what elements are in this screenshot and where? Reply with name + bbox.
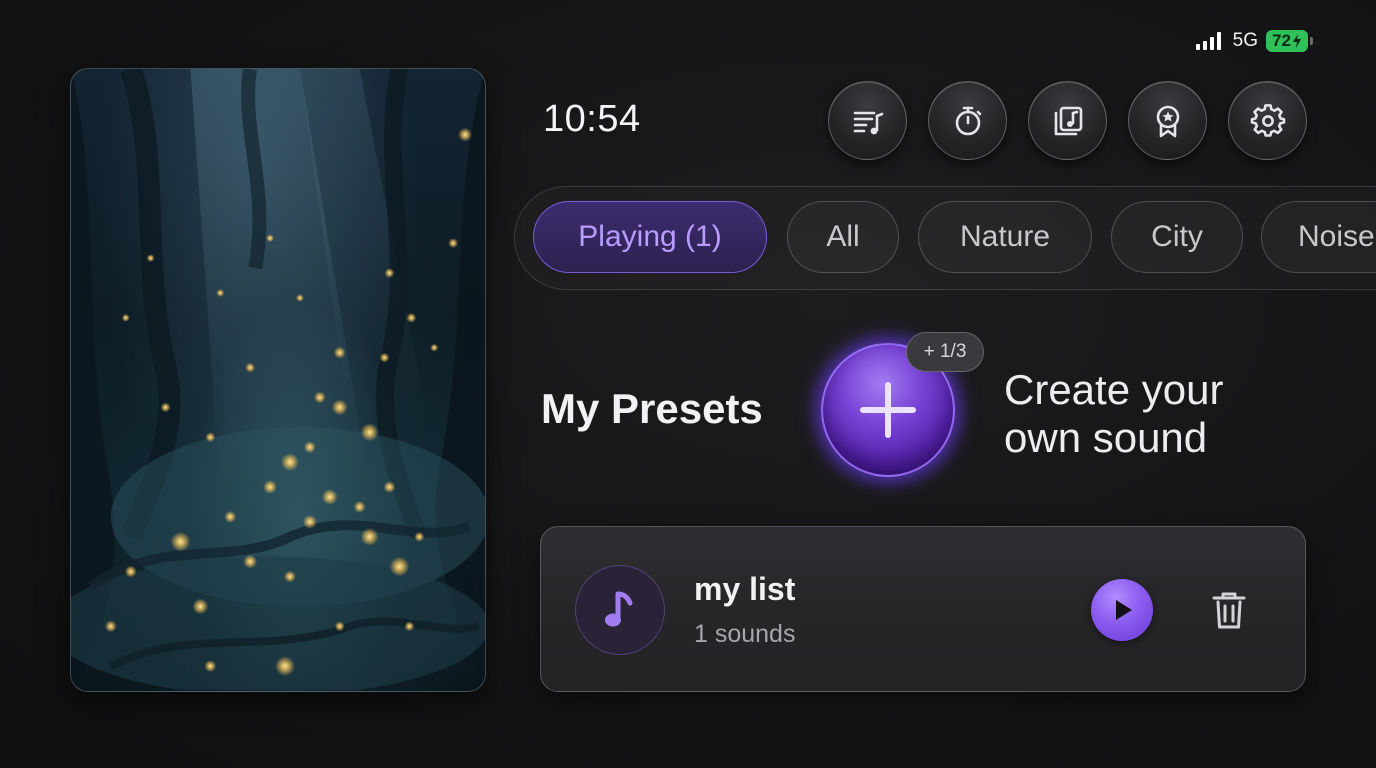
- status-bar: 5G 72: [1195, 28, 1313, 54]
- signal-bars-icon: [1195, 32, 1221, 50]
- create-sound-prompt[interactable]: Create your own sound: [1004, 366, 1304, 462]
- play-icon: [1116, 600, 1132, 620]
- tab-all[interactable]: All: [787, 201, 899, 273]
- settings-gear-icon: [1250, 103, 1285, 137]
- tab-playing[interactable]: Playing (1): [533, 201, 767, 273]
- battery-indicator: 72: [1266, 30, 1313, 52]
- preset-count-badge: + 1/3: [906, 332, 984, 372]
- preset-thumbnail: [575, 565, 665, 655]
- network-type: 5G: [1232, 30, 1258, 51]
- battery-percent: 72: [1272, 31, 1291, 50]
- trash-icon: [1212, 592, 1246, 629]
- tab-noise[interactable]: Noise: [1261, 201, 1376, 273]
- music-note-icon: [605, 591, 633, 627]
- playlist-icon: [853, 111, 883, 134]
- clock-time: 10:54: [543, 98, 641, 140]
- create-text-line1: Create your: [1004, 366, 1224, 413]
- forest-fireflies-artwork: [71, 69, 485, 690]
- achievements-button[interactable]: [1128, 81, 1207, 160]
- delete-preset-button[interactable]: [1207, 587, 1251, 633]
- category-filter-bar: Playing (1) All Nature City Noise: [514, 186, 1376, 290]
- plus-icon: [860, 382, 916, 438]
- settings-button[interactable]: [1228, 81, 1307, 160]
- preset-name: my list: [694, 571, 796, 607]
- preset-card[interactable]: my list 1 sounds: [540, 526, 1306, 692]
- playlist-button[interactable]: [828, 81, 907, 160]
- tab-nature[interactable]: Nature: [918, 201, 1092, 273]
- timer-button[interactable]: [928, 81, 1007, 160]
- scene-artwork: [70, 68, 486, 692]
- music-library-icon: [1054, 106, 1082, 135]
- music-library-button[interactable]: [1028, 81, 1107, 160]
- charging-bolt-icon: [1292, 34, 1301, 48]
- play-preset-button[interactable]: [1091, 579, 1153, 641]
- section-title: My Presets: [541, 385, 763, 432]
- preset-sound-count: 1 sounds: [694, 620, 796, 648]
- tab-city[interactable]: City: [1111, 201, 1243, 273]
- timer-icon: [955, 106, 981, 135]
- create-text-line2: own sound: [1004, 414, 1208, 461]
- award-badge-icon: [1156, 105, 1179, 137]
